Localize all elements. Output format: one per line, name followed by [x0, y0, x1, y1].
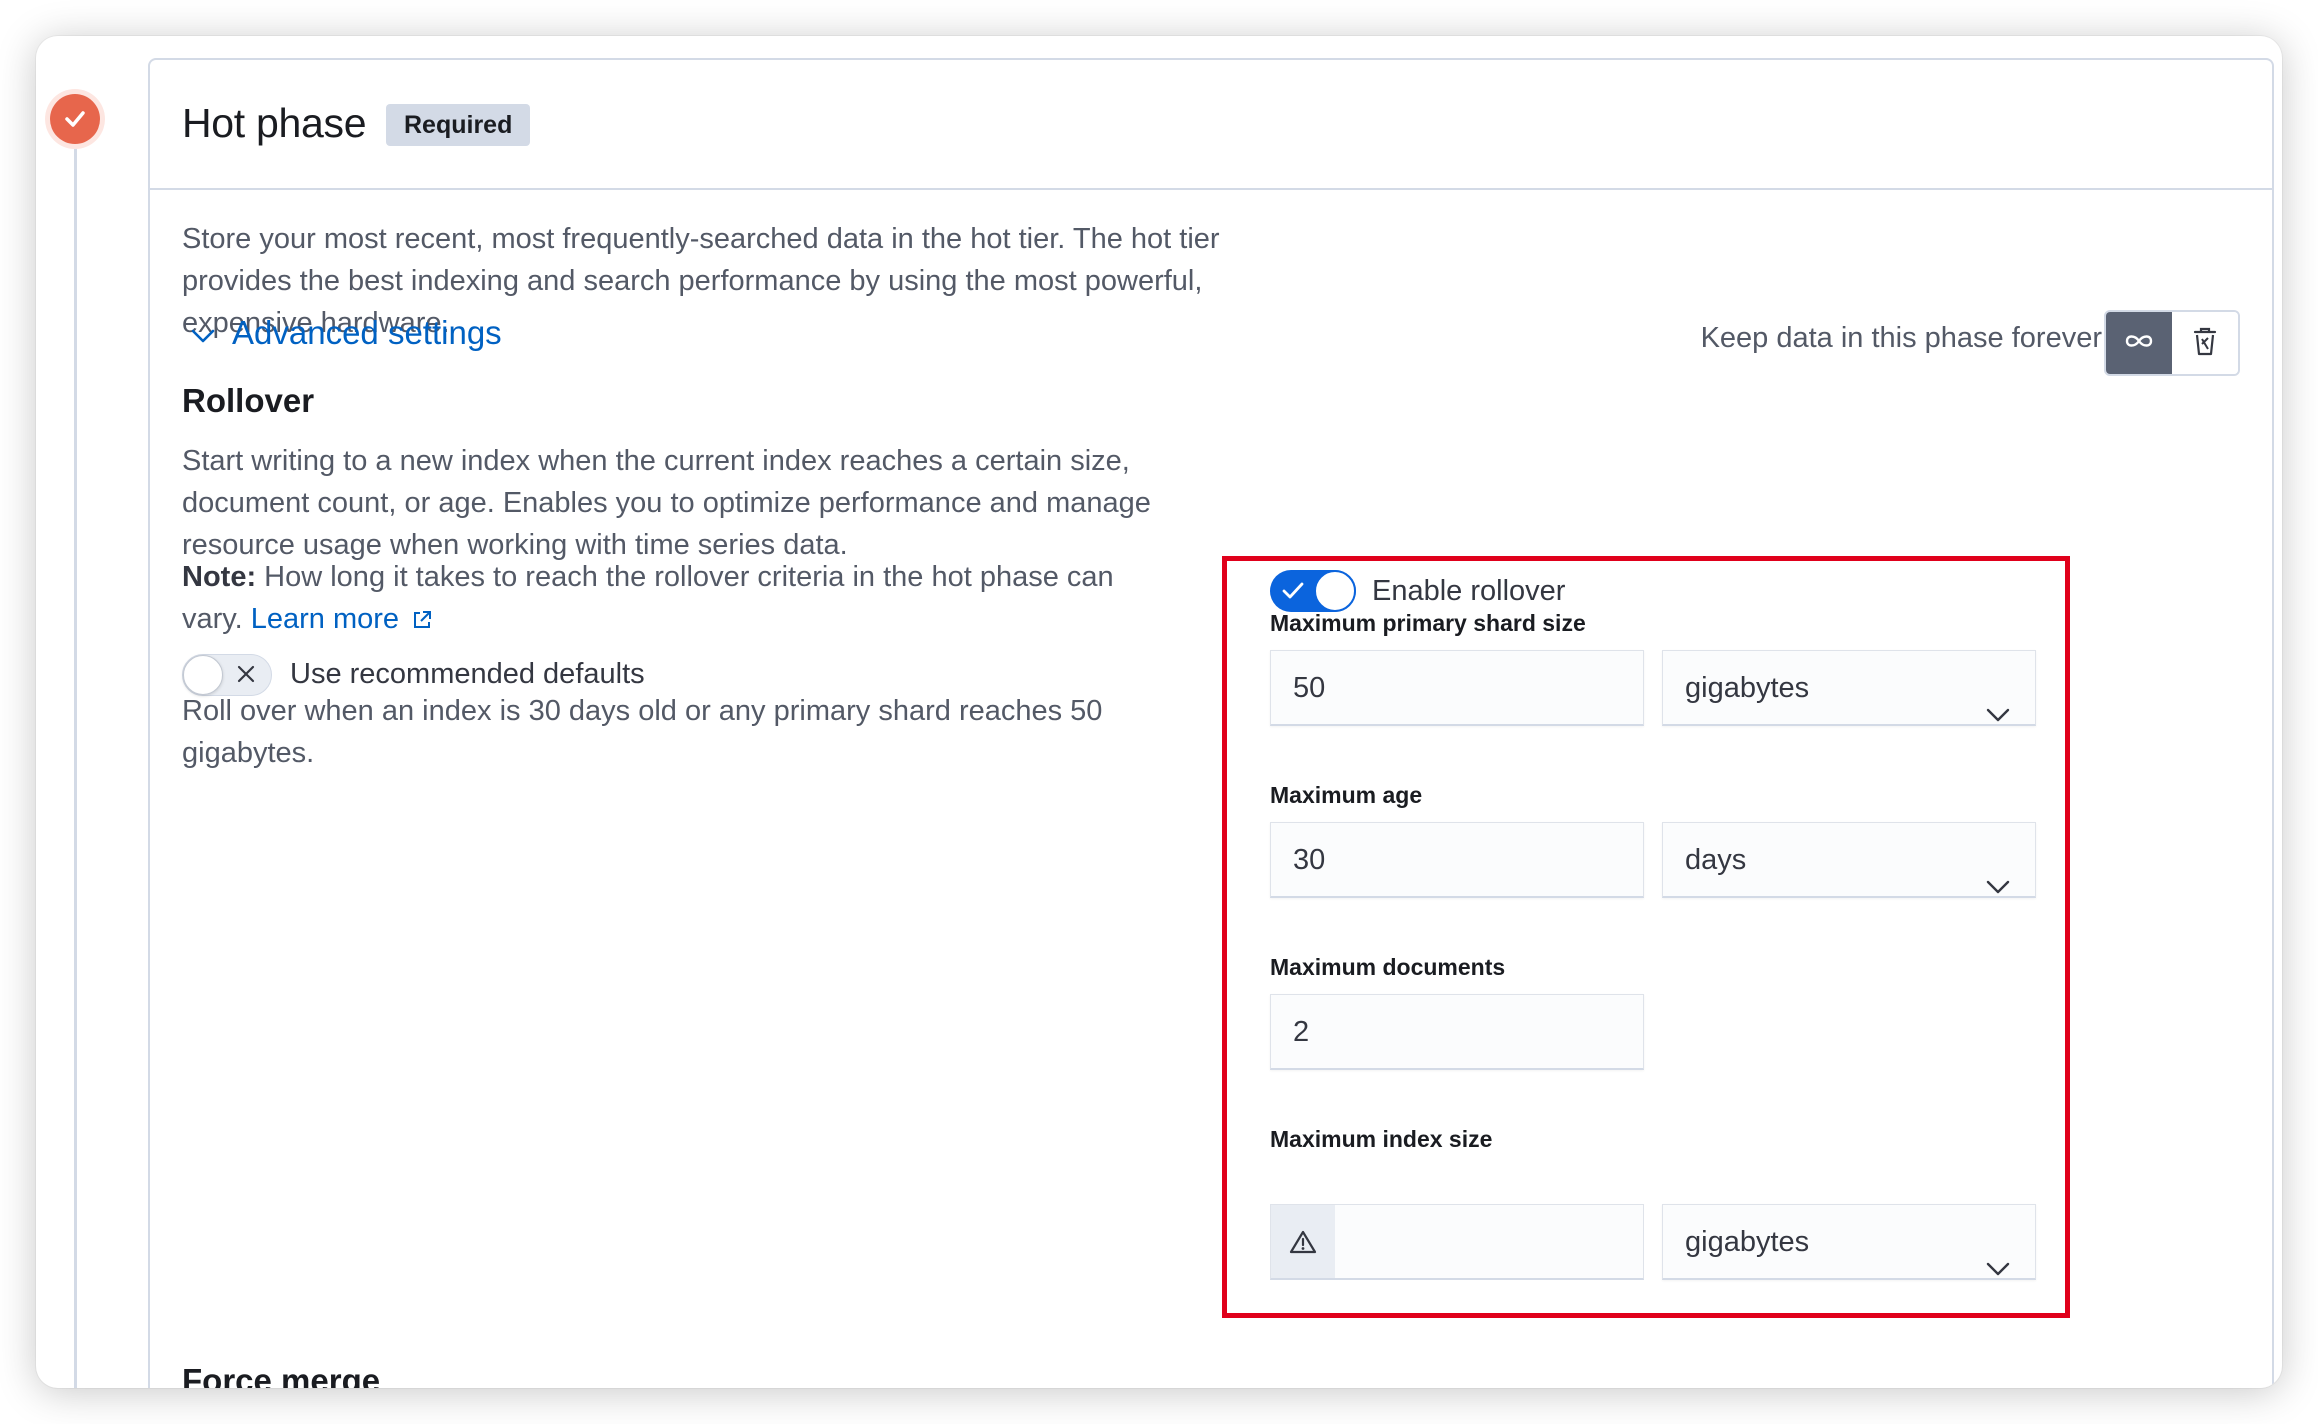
enable-rollover-label[interactable]: Enable rollover: [1372, 570, 1565, 612]
chevron-down-icon: [1985, 677, 2011, 751]
phase-retention-button-group: [2104, 310, 2240, 376]
max-primary-shard-size-label: Maximum primary shard size: [1270, 610, 1586, 636]
chevron-down-icon: [1985, 849, 2011, 923]
select-value: days: [1685, 844, 1747, 876]
max-age-input[interactable]: 30: [1270, 822, 1644, 898]
learn-more-link[interactable]: Learn more: [251, 603, 433, 635]
enable-rollover-switch[interactable]: [1270, 570, 1356, 612]
rollover-note: Note: How long it takes to reach the rol…: [182, 556, 1182, 640]
phase-header: Hot phase Required: [150, 60, 2272, 190]
phase-title: Hot phase: [182, 100, 367, 146]
force-merge-title: Force merge: [182, 1362, 381, 1388]
keep-forever-label: Keep data in this phase forever: [1700, 322, 2102, 354]
recommended-defaults-description: Roll over when an index is 30 days old o…: [182, 695, 1103, 769]
max-primary-shard-size-unit-select[interactable]: gigabytes: [1662, 650, 2036, 726]
delete-data-button[interactable]: [2172, 312, 2238, 374]
note-label: Note:: [182, 561, 257, 593]
select-value: gigabytes: [1685, 1226, 1810, 1258]
infinity-icon: [2122, 332, 2156, 355]
required-badge: Required: [386, 104, 531, 146]
max-documents-label: Maximum documents: [1270, 954, 1506, 980]
chevron-down-icon: [190, 314, 216, 352]
timeline-rail: [74, 116, 77, 1388]
trash-icon: [2191, 325, 2219, 362]
max-age-unit-select[interactable]: days: [1662, 822, 2036, 898]
close-icon: [233, 661, 259, 692]
advanced-settings-toggle[interactable]: Advanced settings: [190, 314, 502, 352]
warning-icon: [1271, 1205, 1335, 1278]
use-recommended-defaults-label[interactable]: Use recommended defaults: [290, 654, 645, 694]
phase-status-check-icon: [50, 94, 100, 144]
max-documents-input[interactable]: 2: [1270, 994, 1644, 1070]
switch-knob: [183, 655, 223, 695]
max-primary-shard-size-input[interactable]: 50: [1270, 650, 1644, 726]
advanced-settings-label: Advanced settings: [232, 314, 502, 351]
max-age-label: Maximum age: [1270, 782, 1423, 808]
max-index-size-label: Maximum index size: [1270, 1126, 1493, 1152]
rollover-description: Start writing to a new index when the cu…: [182, 445, 1151, 561]
check-icon: [1280, 578, 1306, 609]
rollover-title: Rollover: [182, 382, 315, 419]
ilm-policy-editor: Hot phase Required Store your most recen…: [36, 36, 2282, 1388]
chevron-down-icon: [1985, 1231, 2011, 1305]
external-link-icon: [407, 603, 433, 635]
learn-more-label: Learn more: [250, 603, 400, 635]
select-value: gigabytes: [1685, 672, 1810, 704]
switch-knob: [1314, 570, 1356, 612]
max-index-size-input[interactable]: [1270, 1204, 1644, 1280]
max-index-size-unit-select[interactable]: gigabytes: [1662, 1204, 2036, 1280]
keep-forever-button[interactable]: [2106, 312, 2172, 374]
